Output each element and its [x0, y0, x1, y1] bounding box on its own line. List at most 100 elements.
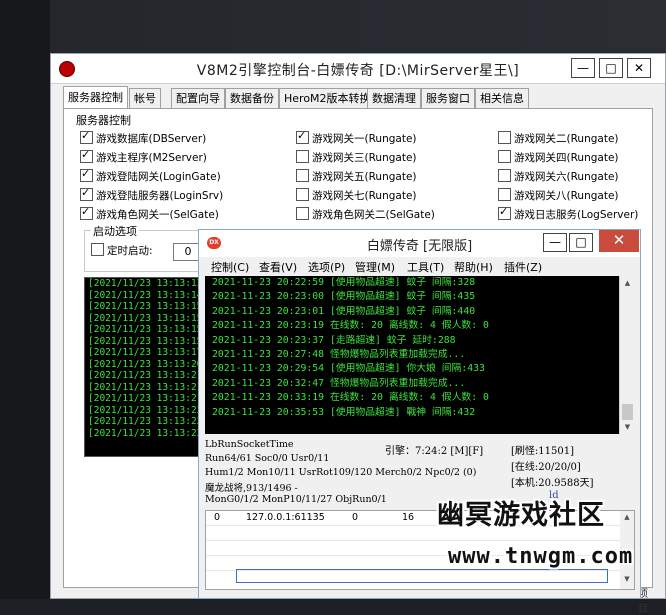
tab-related-info[interactable]: 相关信息	[475, 88, 529, 108]
tab-data-backup[interactable]: 数据备份	[225, 88, 279, 108]
log-line: 2021-11-23 20:23:00 [使用物品超速] 蚊子 间隔:435	[212, 291, 476, 303]
tab-herom2-convert[interactable]: HeroM2版本转换	[279, 88, 376, 108]
log-line: 2021-11-23 20:32:47 怪物爆物品列表重加载完成...	[212, 377, 466, 389]
close-button[interactable]: ✕	[627, 58, 651, 78]
log-line: 2021-11-23 20:23:37 [走路超速] 蚊子 延时:288	[212, 334, 456, 346]
checkbox-label: 游戏网关八(Rungate)	[514, 190, 619, 202]
checkbox-label: 定时启动:	[107, 245, 153, 257]
checkbox-box[interactable]	[498, 188, 511, 201]
checkbox-label: 游戏网关二(Rungate)	[514, 133, 619, 145]
start-options-group: 启动选项 定时启动: 0	[84, 223, 206, 272]
checkbox-label: 游戏角色网关二(SelGate)	[312, 209, 435, 221]
checkbox-label: 游戏登陆网关(LoginGate)	[96, 171, 221, 183]
tab-service-window[interactable]: 服务窗口	[421, 88, 475, 108]
checkbox-box[interactable]	[80, 167, 93, 182]
checkbox-loginsrv[interactable]: 游戏登陆服务器(LoginSrv)	[80, 186, 224, 202]
checkbox-logingate[interactable]: 游戏登陆网关(LoginGate)	[80, 167, 221, 183]
scroll-thumb[interactable]	[622, 404, 633, 420]
menu-tools[interactable]: 工具(T)	[407, 259, 444, 275]
checkbox-box[interactable]	[498, 131, 511, 144]
log-line: [2021/11/23 13:13:17]	[88, 347, 202, 358]
checkbox-timer-start[interactable]: 定时启动:	[91, 243, 153, 257]
tab-data-cleanup[interactable]: 数据清理	[367, 88, 421, 108]
checkbox-rungate-6[interactable]: 游戏网关六(Rungate)	[498, 169, 619, 183]
scroll-up-icon[interactable]: ▲	[620, 513, 634, 525]
log-line: [2021/11/23 13:13:15]	[88, 312, 202, 324]
child-maximize-button[interactable]: □	[569, 233, 593, 252]
checkbox-label: 游戏网关五(Rungate)	[312, 171, 417, 183]
checkbox-dbserver[interactable]: 游戏数据库(DBServer)	[80, 129, 206, 145]
checkbox-box[interactable]	[498, 205, 511, 220]
checkbox-rungate-4[interactable]: 游戏网关四(Rungate)	[498, 150, 619, 164]
log-line: [2021/11/23 13:13:13]	[88, 278, 202, 289]
child-close-button[interactable]: ✕	[599, 230, 639, 252]
checkbox-box[interactable]	[498, 169, 511, 182]
main-title-bar[interactable]: V8M2引擎控制台-白嫖传奇 [D:\MirServer星王\] — □ ✕	[51, 54, 665, 84]
desktop-left-strip	[0, 0, 50, 599]
log-line: 2021-11-23 20:23:01 [使用物品超速] 蚊子 间隔:440	[212, 305, 476, 317]
checkbox-m2server[interactable]: 游戏主程序(M2Server)	[80, 148, 207, 164]
menu-control[interactable]: 控制(C)	[211, 259, 249, 275]
checkbox-rungate-1[interactable]: 游戏网关一(Rungate)	[296, 129, 417, 145]
checkbox-box[interactable]	[296, 207, 309, 220]
scroll-down-icon[interactable]: ▼	[620, 575, 634, 587]
engine-version: 引擎：7:24:2 [M][F]	[385, 446, 484, 457]
checkbox-rungate-5[interactable]: 游戏网关五(Rungate)	[296, 169, 417, 183]
checkbox-label: 游戏角色网关一(SelGate)	[96, 209, 219, 221]
log-line: [2021/11/23 13:13:14]	[88, 289, 202, 301]
watermark-title: 幽冥游戏社区	[437, 500, 605, 531]
menu-manage[interactable]: 管理(M)	[355, 259, 395, 275]
checkbox-label: 游戏网关三(Rungate)	[312, 152, 417, 164]
child-menu-bar: 控制(C) 查看(V) 选项(P) 管理(M) 工具(T) 帮助(H) 插件(Z…	[199, 257, 640, 275]
watermark-url: www.tnwgm.com	[448, 544, 634, 569]
checkbox-box[interactable]	[80, 186, 93, 201]
log-scrollbar[interactable]: ▲ ▼	[619, 276, 635, 434]
tab-server-control[interactable]: 服务器控制	[63, 86, 128, 109]
tab-account[interactable]: 帐号	[129, 88, 161, 108]
checkbox-box[interactable]	[91, 243, 104, 256]
log-line: [2021/11/23 13:13:22]	[88, 427, 202, 439]
menu-options[interactable]: 选项(P)	[308, 259, 345, 275]
checkbox-box[interactable]	[296, 169, 309, 182]
log-line: 2021-11-23 20:23:19 在线数: 20 离线数: 4 假人数: …	[212, 320, 489, 332]
child-title-bar[interactable]: DX 白嫖传奇 [无限版] — □ ✕	[199, 230, 640, 257]
table-cell: 0	[214, 512, 221, 523]
log-line: 2021-11-23 20:33:19 在线数: 20 离线数: 4 假人数: …	[212, 392, 489, 404]
maximize-button[interactable]: □	[599, 58, 623, 78]
start-options-label: 启动选项	[91, 223, 139, 239]
menu-help[interactable]: 帮助(H)	[454, 259, 493, 275]
checkbox-label: 游戏登陆服务器(LoginSrv)	[96, 190, 224, 202]
checkbox-box[interactable]	[498, 150, 511, 163]
log-line: 2021-11-23 20:27:48 怪物爆物品列表重加载完成...	[212, 349, 466, 361]
checkbox-box[interactable]	[296, 129, 309, 144]
checkbox-rungate-7[interactable]: 游戏网关七(Rungate)	[296, 188, 417, 202]
checkbox-box[interactable]	[80, 148, 93, 163]
log-line: 2021-11-23 20:29:54 [使用物品超速] 你大娘 间隔:433	[212, 363, 485, 375]
hum-stats: Hum1/2 Mon10/11 UsrRot109/120 Merch0/2 N…	[205, 467, 477, 478]
selected-row-outline[interactable]	[236, 569, 608, 583]
checkbox-logserver[interactable]: 游戏日志服务(LogServer)	[498, 205, 638, 221]
server-log-panel: [2021/11/23 13:13:13] [2021/11/23 13:13:1…	[84, 277, 202, 457]
checkbox-selgate-2[interactable]: 游戏角色网关二(SelGate)	[296, 207, 435, 221]
log-line: [2021/11/23 13:13:22]	[88, 416, 202, 427]
checkbox-box[interactable]	[80, 205, 93, 220]
checkbox-rungate-2[interactable]: 游戏网关二(Rungate)	[498, 131, 619, 145]
log-line: [2021/11/23 13:13:22]	[88, 404, 202, 416]
tab-config-wizard[interactable]: 配置向导	[171, 88, 225, 108]
checkbox-box[interactable]	[80, 129, 93, 144]
menu-plugins[interactable]: 插件(Z)	[504, 259, 542, 275]
checkbox-rungate-3[interactable]: 游戏网关三(Rungate)	[296, 150, 417, 164]
menu-view[interactable]: 查看(V)	[259, 259, 297, 275]
log-line: [2021/11/23 13:13:21]	[88, 381, 202, 393]
checkbox-selgate-1[interactable]: 游戏角色网关一(SelGate)	[80, 205, 219, 221]
scroll-down-icon[interactable]: ▼	[620, 420, 635, 434]
child-minimize-button[interactable]: —	[543, 233, 567, 252]
checkbox-rungate-8[interactable]: 游戏网关八(Rungate)	[498, 188, 619, 202]
scroll-up-icon[interactable]: ▲	[620, 276, 635, 290]
checkbox-box[interactable]	[296, 150, 309, 163]
refresh-count: [刷怪:11501]	[511, 446, 574, 457]
checkbox-label: 游戏主程序(M2Server)	[96, 152, 207, 164]
checkbox-box[interactable]	[296, 188, 309, 201]
timer-value: 0	[184, 245, 192, 258]
minimize-button[interactable]: —	[571, 58, 595, 78]
